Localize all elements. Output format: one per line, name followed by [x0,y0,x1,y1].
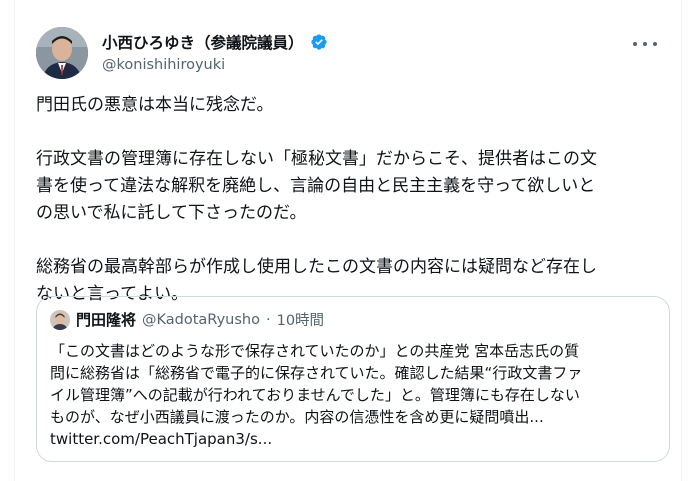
author-info: 小西ひろゆき（参議院議員） @konishihiroyuki [102,31,328,73]
verified-badge-icon [310,34,327,50]
quoted-author-name[interactable]: 門田隆将 [76,309,136,330]
more-dot [633,42,637,46]
more-options-button[interactable] [633,36,657,52]
more-dot [653,42,657,46]
quoted-tweet[interactable]: 門田隆将 @KadotaRyusho · 10時間 「この文書はどのような形で保… [36,296,670,462]
quoted-profile-photo-icon [50,309,70,330]
quoted-tweet-text: 「この文書はどのような形で保存されていたのか」との共産党 宮本岳志氏の質 問に総… [50,340,650,450]
author-name-row: 小西ひろゆき（参議院議員） [102,31,328,53]
quoted-text-line: イル管理簿”への記載が行われておりませんでした」と。管理簿にも存在しない [50,386,580,404]
more-dot [643,42,647,46]
quoted-author-handle[interactable]: @KadotaRyusho [142,312,260,328]
tweet-paragraph: 行政文書の管理簿に存在しない「極秘文書」だからこそ、提供者はこの文 書を使って違… [36,149,597,223]
quoted-separator: · [265,311,271,328]
author-avatar[interactable] [36,27,88,79]
quoted-text-line: ものが、なぜ小西議員に渡ったのか。内容の信憑性を含め更に疑問噴出... [50,408,544,426]
quoted-timestamp[interactable]: 10時間 [277,309,324,330]
quoted-tweet-link[interactable]: twitter.com/PeachTjapan3/s... [50,428,650,450]
tweet-paragraph: 門田氏の悪意は本当に残念だ。 [36,95,274,115]
quoted-author-avatar[interactable] [50,309,70,330]
tweet-text: 門田氏の悪意は本当に残念だ。 行政文書の管理簿に存在しない「極秘文書」だからこそ… [36,92,666,308]
author-display-name[interactable]: 小西ひろゆき（参議院議員） [102,31,304,53]
quoted-text-line: 「この文書はどのような形で保存されていたのか」との共産党 宮本岳志氏の質 [50,342,580,360]
tweet-card: 小西ひろゆき（参議院議員） @konishihiroyuki 門田氏の悪意は本当… [14,0,682,481]
quoted-tweet-header: 門田隆将 @KadotaRyusho · 10時間 [50,309,324,330]
author-handle[interactable]: @konishihiroyuki [102,57,328,73]
quoted-text-line: 問に総務省は「総務省で電子的に保存されていた。確認した結果“行政文書ファ [50,364,583,382]
profile-photo-icon [36,27,88,79]
